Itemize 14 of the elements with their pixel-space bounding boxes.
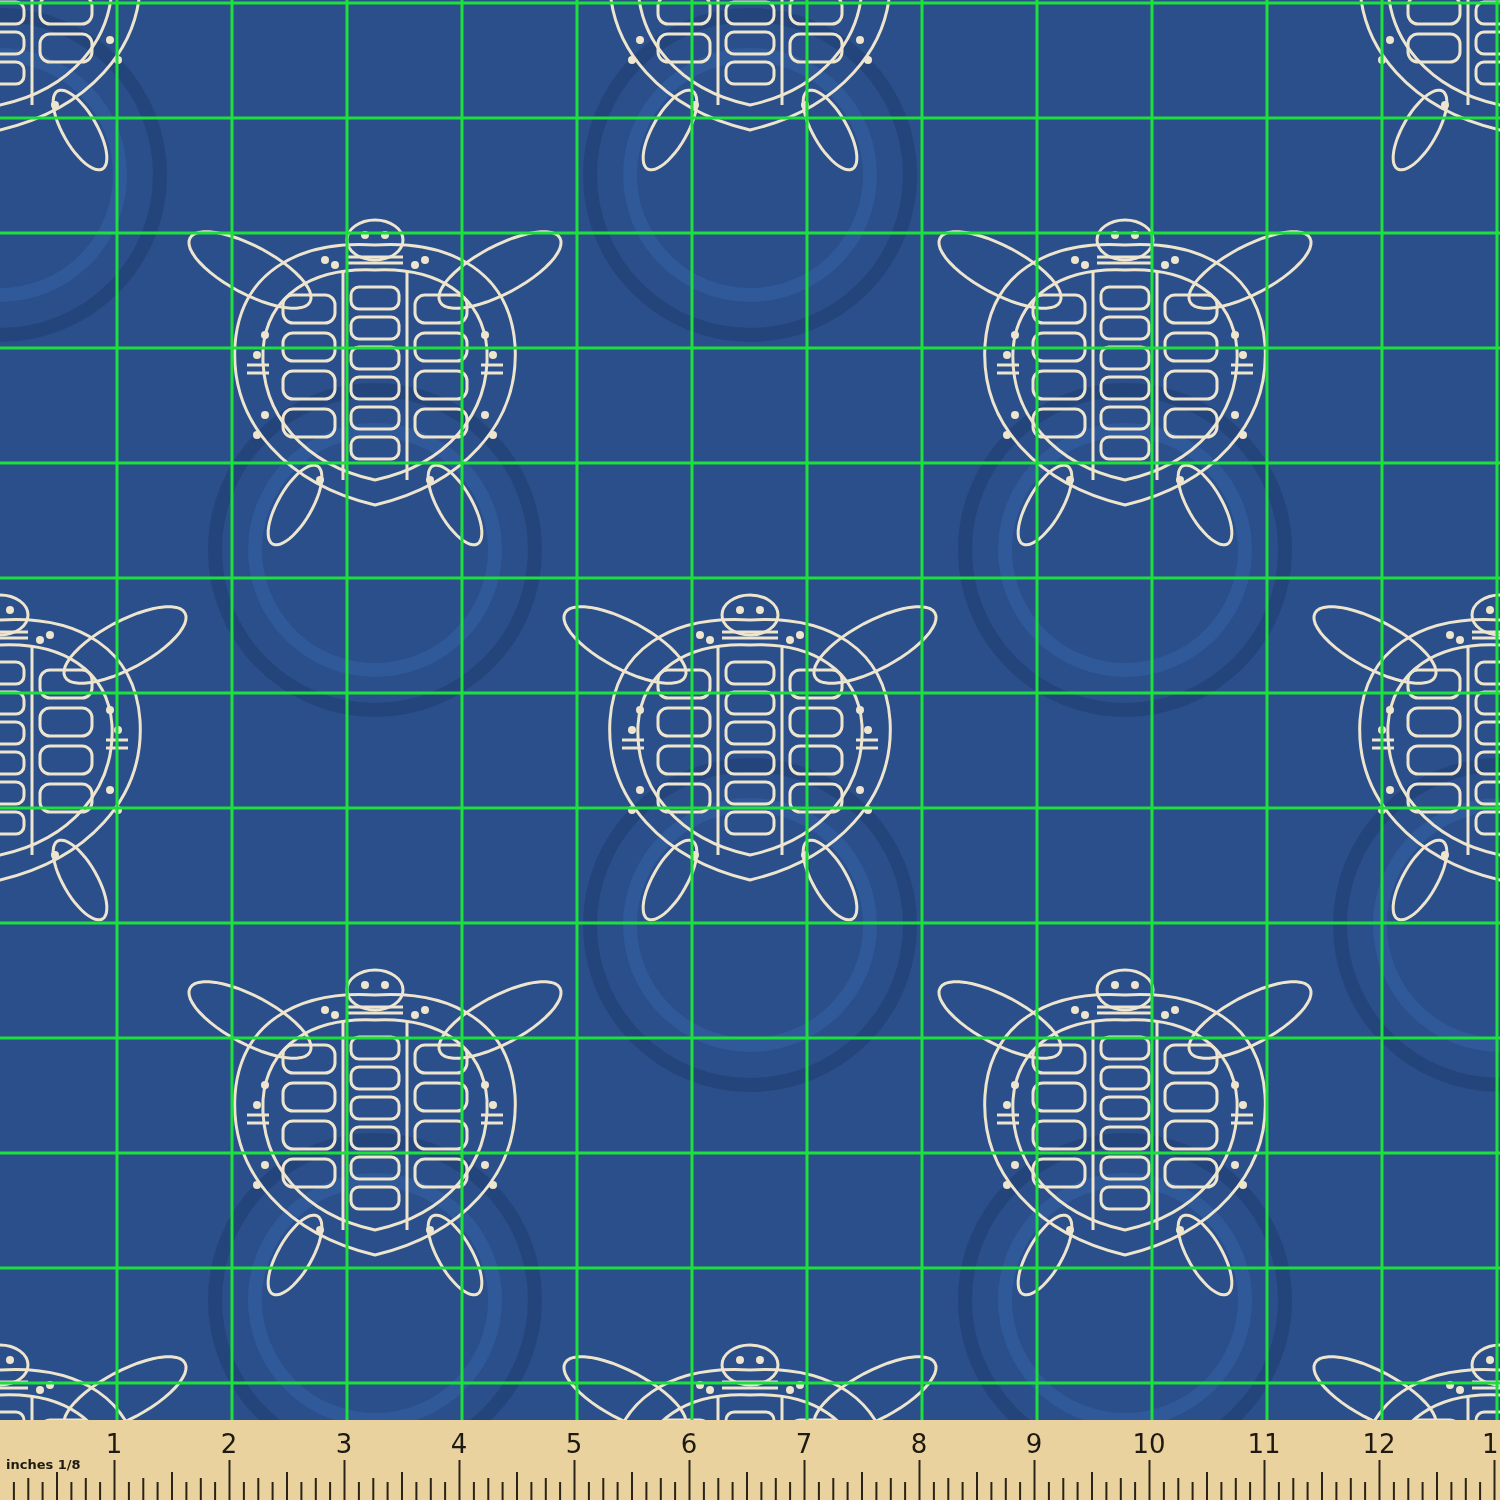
ruler-number: 12 (1362, 1429, 1396, 1459)
ruler-unit-label: inches 1/8 (6, 1457, 81, 1472)
ruler-number: 11 (1247, 1429, 1281, 1459)
ruler-number: 6 (680, 1429, 698, 1459)
ruler-number: 10 (1132, 1429, 1166, 1459)
ruler-number: 7 (795, 1429, 813, 1459)
ruler-number: 1 (1482, 1429, 1499, 1459)
ruler-number: 4 (450, 1429, 468, 1459)
ruler-number: 1 (105, 1429, 123, 1459)
ruler-number: 3 (335, 1429, 353, 1459)
ruler-number: 8 (910, 1429, 928, 1459)
ruler-number: 5 (565, 1429, 583, 1459)
ruler-number: 9 (1025, 1429, 1043, 1459)
ruler-number: 2 (220, 1429, 238, 1459)
